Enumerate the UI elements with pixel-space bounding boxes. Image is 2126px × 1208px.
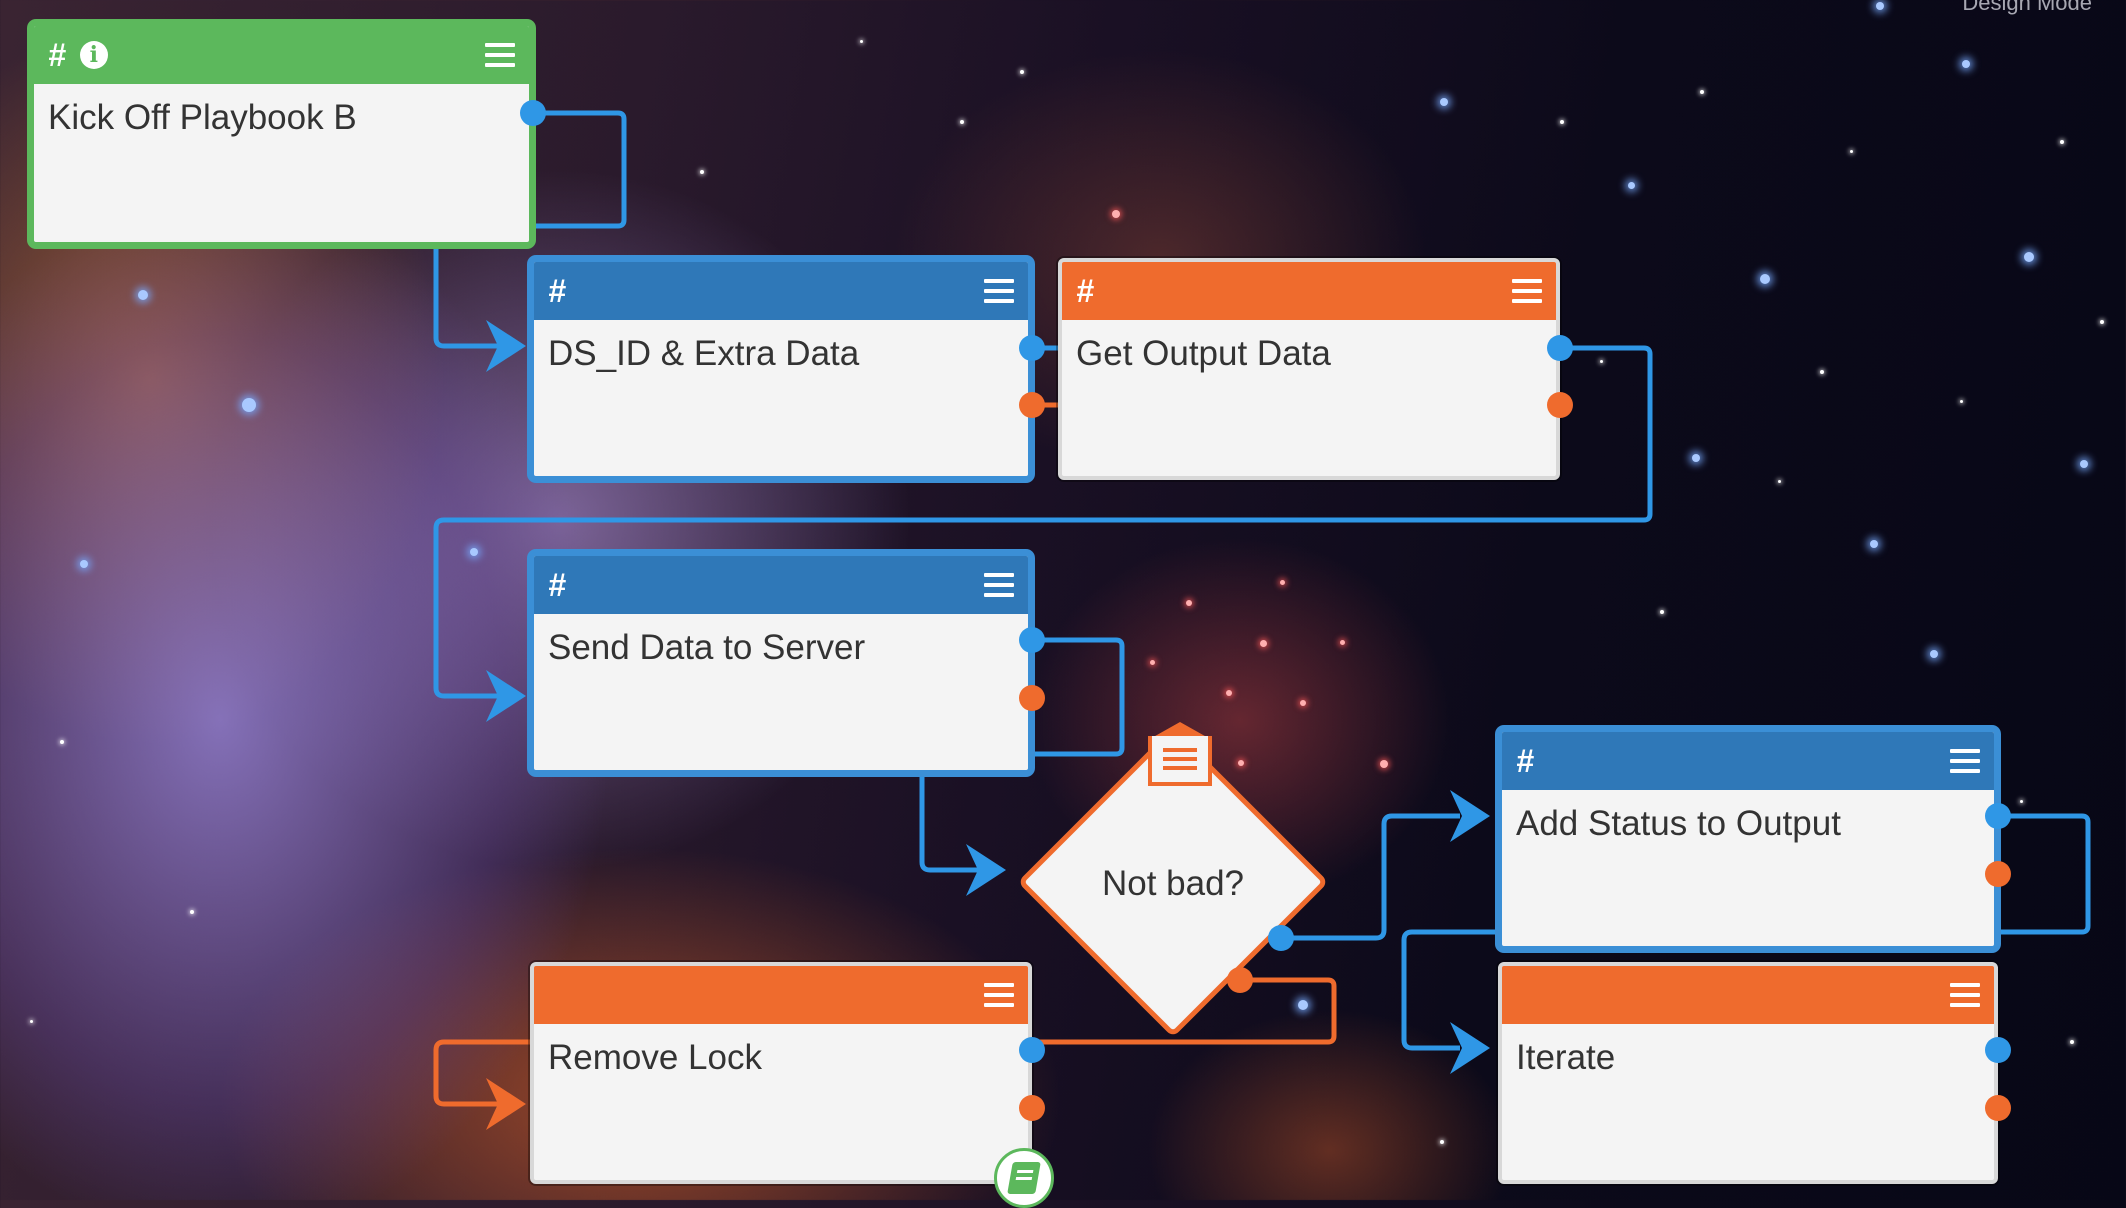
menu-icon[interactable] xyxy=(1950,749,1980,773)
block-kick-off-playbook[interactable]: # i Kick Off Playbook B xyxy=(30,22,533,246)
block-title: Kick Off Playbook B xyxy=(48,98,357,137)
block-title: Get Output Data xyxy=(1076,334,1331,373)
block-get-output-data[interactable]: # Get Output Data xyxy=(1058,258,1560,480)
block-header: # xyxy=(534,262,1028,320)
failure-output-port[interactable] xyxy=(1019,685,1045,711)
hash-icon: # xyxy=(1076,272,1094,309)
block-ds-id-extra-data[interactable]: # DS_ID & Extra Data xyxy=(530,258,1032,480)
success-output-port[interactable] xyxy=(1019,335,1045,361)
block-header: # xyxy=(1502,732,1994,790)
block-header: # i xyxy=(34,26,529,84)
failure-output-port[interactable] xyxy=(1985,861,2011,887)
menu-icon[interactable] xyxy=(984,983,1014,1007)
hash-icon: # xyxy=(548,272,566,309)
success-output-port[interactable] xyxy=(1985,803,2011,829)
block-header xyxy=(534,966,1028,1024)
success-output-port[interactable] xyxy=(1268,925,1294,951)
menu-icon[interactable] xyxy=(984,573,1014,597)
block-title: Iterate xyxy=(1516,1038,1616,1077)
hash-icon: # xyxy=(1516,742,1534,779)
hash-icon: # xyxy=(548,566,566,603)
notes-icon[interactable] xyxy=(994,1148,1054,1208)
failure-output-port[interactable] xyxy=(1019,392,1045,418)
failure-output-port[interactable] xyxy=(1227,967,1253,993)
block-iterate[interactable]: Iterate xyxy=(1498,962,1998,1184)
block-title: Add Status to Output xyxy=(1516,804,1841,843)
block-title: Send Data to Server xyxy=(548,628,866,667)
failure-output-port[interactable] xyxy=(1019,1095,1045,1121)
block-title: Remove Lock xyxy=(548,1038,762,1077)
block-header: # xyxy=(1062,262,1556,320)
decision-not-bad[interactable]: Not bad? xyxy=(1011,720,1335,1044)
book-icon xyxy=(1007,1162,1041,1194)
success-output-port[interactable] xyxy=(1547,335,1573,361)
block-title: DS_ID & Extra Data xyxy=(548,334,860,373)
block-add-status-to-output[interactable]: # Add Status to Output xyxy=(1498,728,1998,950)
menu-icon[interactable] xyxy=(485,43,515,67)
success-output-port[interactable] xyxy=(1985,1037,2011,1063)
menu-icon[interactable] xyxy=(1950,983,1980,1007)
failure-output-port[interactable] xyxy=(1985,1095,2011,1121)
failure-output-port[interactable] xyxy=(1547,392,1573,418)
menu-icon[interactable] xyxy=(984,279,1014,303)
menu-icon[interactable] xyxy=(1512,279,1542,303)
block-remove-lock[interactable]: Remove Lock xyxy=(530,962,1032,1184)
decision-label: Not bad? xyxy=(1101,864,1245,903)
menu-icon[interactable] xyxy=(1148,736,1212,786)
block-send-data-to-server[interactable]: # Send Data to Server xyxy=(530,552,1032,774)
success-output-port[interactable] xyxy=(1019,1037,1045,1063)
hash-icon: # xyxy=(48,36,66,73)
block-header xyxy=(1502,966,1994,1024)
success-output-port[interactable] xyxy=(1019,627,1045,653)
block-header: # xyxy=(534,556,1028,614)
info-icon[interactable]: i xyxy=(79,41,108,69)
success-output-port[interactable] xyxy=(520,100,546,126)
